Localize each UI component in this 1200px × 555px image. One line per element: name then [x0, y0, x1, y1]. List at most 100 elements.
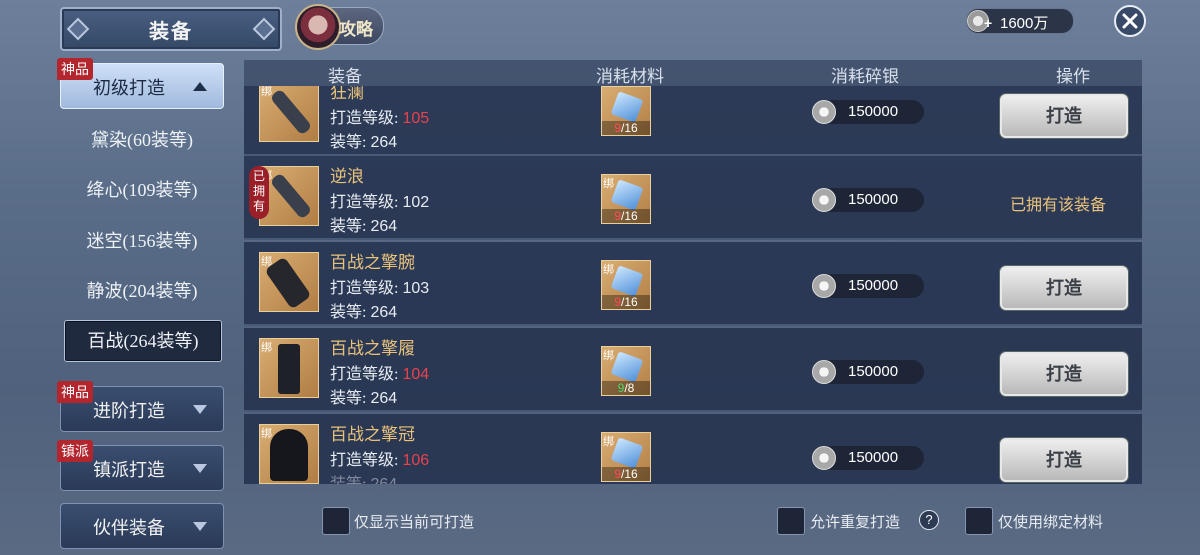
column-header: 消耗碎银 — [831, 67, 899, 86]
silver-coin-icon — [812, 274, 836, 298]
equipment-name: 百战之擎冠 — [330, 425, 415, 444]
cost-value: 150000 — [848, 103, 899, 120]
category-badge: 神品 — [57, 381, 93, 403]
material-slot[interactable]: 绑 9/16 — [601, 432, 651, 482]
bracer-image — [264, 256, 312, 310]
equip-level: 装等: 264 — [330, 470, 397, 484]
weapon-image — [269, 172, 313, 220]
craft-button[interactable]: 打造 — [1000, 94, 1128, 138]
only-craftable-checkbox[interactable] — [322, 507, 350, 535]
category-basic-craft[interactable]: 神品 初级打造 — [57, 58, 224, 109]
category-label: 伙伴装备 — [93, 518, 165, 538]
cost-value: 150000 — [848, 191, 899, 208]
equip-level: 装等: 264 — [330, 390, 398, 407]
equipment-icon[interactable]: 绑 — [259, 86, 319, 142]
bind-tag: 绑 — [261, 428, 272, 440]
equipment-icon[interactable]: 绑 — [259, 252, 319, 312]
bind-tag: 绑 — [603, 178, 614, 190]
chevron-down-icon — [193, 405, 207, 414]
sub-item-daiyan[interactable]: 黛染(60装等) — [64, 120, 220, 160]
silver-cost: 150000 — [812, 360, 924, 384]
equipment-icon[interactable]: 绑 — [259, 424, 319, 484]
silver-coin-icon — [812, 188, 836, 212]
guide-label: 攻略 — [339, 20, 373, 39]
material-slot[interactable]: 绑 9/8 — [601, 346, 651, 396]
bound-only-label: 仅使用绑定材料 — [998, 515, 1104, 531]
only-craftable-label: 仅显示当前可打造 — [354, 515, 475, 531]
page-title: 装备 — [60, 7, 282, 51]
owned-badge: 已拥有 — [249, 166, 269, 219]
material-slot[interactable]: 绑 9/16 — [601, 174, 651, 224]
equipment-list[interactable]: 绑 狂澜 打造等级: 105 装等: 264 9/16 150000 打造 绑 … — [244, 86, 1142, 484]
weapon-image — [269, 88, 313, 136]
silver-cost: 150000 — [812, 100, 924, 124]
gem-material-icon — [610, 179, 644, 211]
column-header: 装备 — [328, 67, 362, 86]
craft-button[interactable]: 打造 — [1000, 352, 1128, 396]
currency-display[interactable]: + 1600万 — [966, 8, 1074, 34]
material-count: 9/16 — [602, 121, 650, 135]
craft-button[interactable]: 打造 — [1000, 438, 1128, 482]
material-slot[interactable]: 绑 9/16 — [601, 260, 651, 310]
currency-value: 1600万 — [1000, 15, 1049, 32]
allow-repeat-label: 允许重复打造 — [810, 515, 901, 531]
column-header: 消耗材料 — [596, 67, 664, 86]
silver-coin-icon — [812, 446, 836, 470]
chevron-down-icon — [193, 464, 207, 473]
material-slot[interactable]: 9/16 — [601, 86, 651, 136]
craft-button[interactable]: 打造 — [1000, 266, 1128, 310]
cost-value: 150000 — [848, 363, 899, 380]
gem-material-icon — [610, 437, 644, 469]
category-partner-equip[interactable]: 伙伴装备 — [60, 503, 224, 549]
boots-image — [278, 344, 300, 394]
category-badge: 神品 — [57, 58, 93, 80]
add-currency-icon[interactable]: + — [984, 15, 992, 31]
craft-level: 打造等级: 103 — [330, 280, 430, 297]
craft-level: 打造等级: 102 — [330, 194, 430, 211]
material-count: 9/8 — [602, 381, 650, 395]
allow-repeat-checkbox[interactable] — [777, 507, 805, 535]
category-advanced-craft[interactable]: 神品 进阶打造 — [57, 381, 224, 432]
cost-value: 150000 — [848, 277, 899, 294]
guide-button[interactable]: 攻略 — [295, 4, 384, 50]
silver-coin-icon — [812, 360, 836, 384]
category-badge: 镇派 — [57, 440, 93, 462]
equipment-icon[interactable]: 绑 — [259, 338, 319, 398]
table-row: 绑 百战之擎履 打造等级: 104 装等: 264 绑 9/8 150000 打… — [244, 328, 1142, 412]
table-header: 装备 消耗材料 消耗碎银 操作 — [244, 60, 1142, 86]
material-count: 9/16 — [602, 467, 650, 481]
bind-tag: 绑 — [603, 350, 614, 362]
sub-item-mikong[interactable]: 迷空(156装等) — [64, 221, 220, 261]
silver-cost: 150000 — [812, 274, 924, 298]
ornament-icon — [66, 17, 90, 41]
sub-item-jingbo[interactable]: 静波(204装等) — [64, 271, 220, 311]
equip-level: 装等: 264 — [330, 304, 398, 321]
category-label: 进阶打造 — [93, 401, 165, 421]
category-sect-craft[interactable]: 镇派 镇派打造 — [57, 440, 224, 491]
chevron-up-icon — [193, 82, 207, 91]
silver-coin-icon — [812, 100, 836, 124]
owned-status-text: 已拥有该装备 — [1010, 197, 1107, 214]
page-title-text: 装备 — [149, 20, 193, 43]
craft-level: 打造等级: 106 — [330, 452, 430, 469]
help-icon[interactable]: ? — [919, 510, 939, 530]
bind-tag: 绑 — [261, 342, 272, 354]
gem-material-icon — [610, 265, 644, 297]
table-row: 绑 百战之擎腕 打造等级: 103 装等: 264 绑 9/16 150000 … — [244, 242, 1142, 326]
bound-only-checkbox[interactable] — [965, 507, 993, 535]
close-button[interactable] — [1114, 5, 1146, 37]
headgear-image — [270, 429, 308, 481]
craft-level: 打造等级: 105 — [330, 110, 430, 127]
sub-item-baizhan[interactable]: 百战(264装等) — [64, 320, 222, 362]
table-row: 绑 已拥有 逆浪 打造等级: 102 装等: 264 绑 9/16 150000… — [244, 156, 1142, 240]
material-count: 9/16 — [602, 209, 650, 223]
chevron-down-icon — [193, 522, 207, 531]
gem-material-icon — [610, 91, 644, 123]
guide-avatar — [295, 4, 341, 50]
silver-cost: 150000 — [812, 446, 924, 470]
equipment-name: 狂澜 — [330, 86, 364, 102]
sub-item-jiangxin[interactable]: 绛心(109装等) — [64, 170, 220, 210]
gem-material-icon — [610, 351, 644, 383]
ornament-icon — [252, 17, 276, 41]
equip-level: 装等: 264 — [330, 218, 398, 235]
